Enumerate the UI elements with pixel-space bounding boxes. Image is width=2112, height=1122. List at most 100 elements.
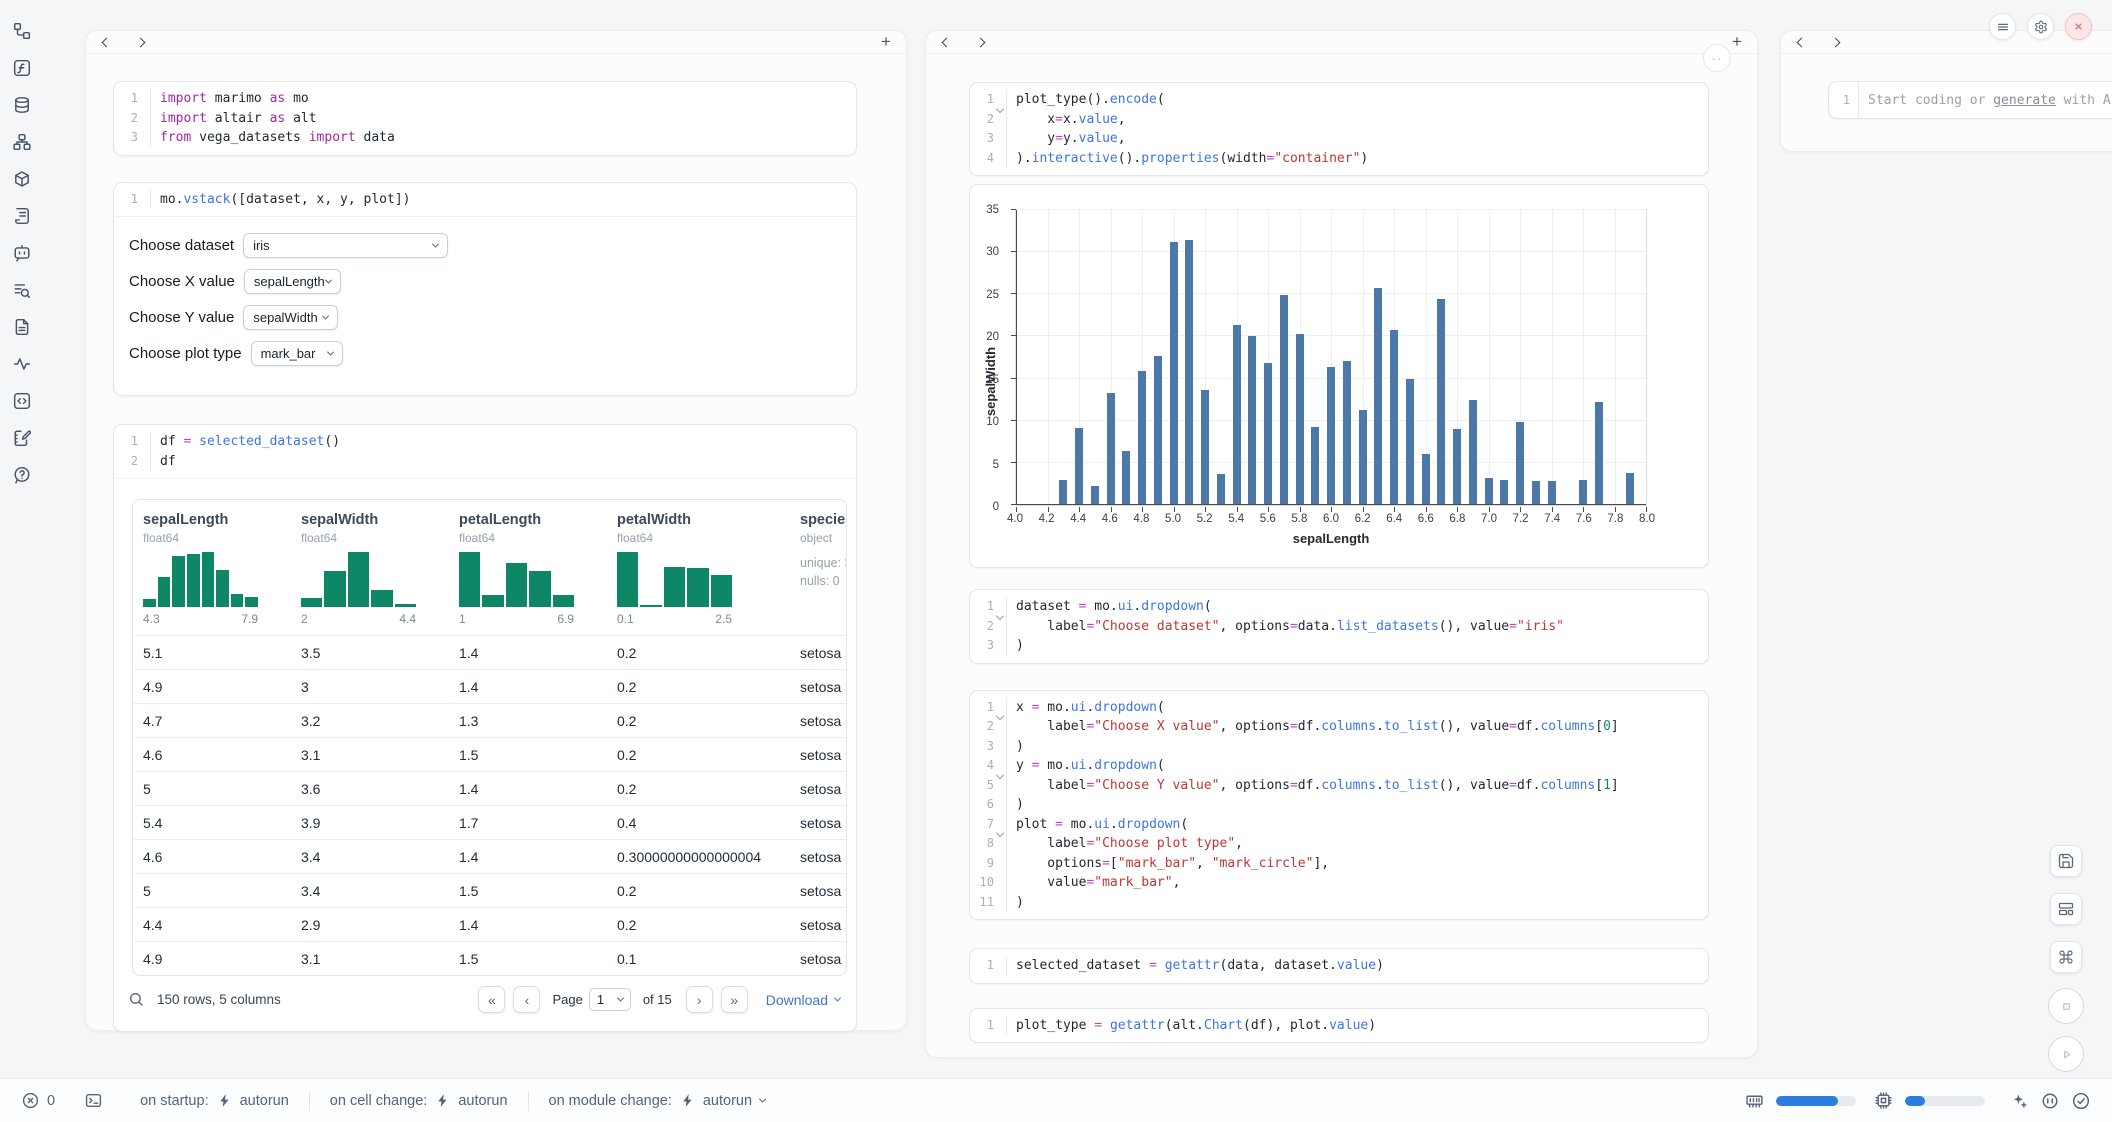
chart-bar	[1107, 393, 1115, 505]
layout-button[interactable]	[2050, 893, 2082, 925]
y-axis-line	[1016, 210, 1017, 505]
run-all-button[interactable]	[2048, 1036, 2084, 1072]
x-tick	[1489, 507, 1490, 512]
dropdown-select[interactable]: mark_bar	[251, 341, 343, 366]
chevron-down-icon	[432, 241, 439, 248]
chart-plot-area[interactable]	[1015, 209, 1647, 506]
play-icon	[2059, 1047, 2074, 1062]
next-page-button[interactable]: ›	[686, 986, 713, 1013]
tracing-icon[interactable]	[13, 355, 31, 373]
code-text: y=y.value,	[1007, 129, 1126, 149]
chart-bar	[1091, 486, 1099, 505]
dropdown-select[interactable]: iris	[243, 233, 448, 258]
code-line: 2 label="Choose X value", options=df.col…	[970, 717, 1708, 737]
page-select-value: 1	[597, 992, 604, 1007]
code-line: 1plot_type().encode(	[970, 90, 1708, 110]
line-number: 11	[970, 893, 994, 913]
datasources-icon[interactable]	[13, 96, 31, 114]
help-icon[interactable]	[13, 466, 31, 484]
empty-cell[interactable]: 1 Start coding or generate with AI	[1828, 81, 2112, 119]
code-editor-xyplot[interactable]: 1x = mo.ui.dropdown(2 label="Choose X va…	[970, 691, 1708, 920]
table-cell: 4.6	[133, 747, 291, 763]
vstack-cell: 1mo.vstack([dataset, x, y, plot]) Choose…	[113, 182, 857, 397]
autorun-setting[interactable]: on module change:autorun	[549, 1093, 766, 1109]
dropdown-select[interactable]: sepalWidth	[243, 305, 338, 330]
code-editor-imports[interactable]: 1import marimo as mo2import altair as al…	[114, 82, 856, 155]
code-line: 1df = selected_dataset()	[114, 432, 856, 452]
dropdown-select[interactable]: sepalLength	[244, 269, 341, 294]
x-tick	[1111, 507, 1112, 512]
dependency-graph-icon[interactable]	[13, 133, 31, 151]
code-editor-selected[interactable]: 1selected_dataset = getattr(data, datase…	[970, 949, 1708, 983]
autorun-label: on module change:	[549, 1093, 672, 1109]
table-cell: setosa	[790, 849, 847, 865]
line-number: 3	[970, 636, 994, 656]
column-left-button[interactable]	[938, 34, 954, 50]
first-page-button[interactable]: «	[478, 986, 505, 1013]
chat-icon[interactable]	[13, 244, 31, 262]
code-icon[interactable]	[13, 392, 31, 410]
last-page-button[interactable]: »	[721, 986, 748, 1013]
variables-icon[interactable]	[13, 59, 31, 77]
code-line: 8 label="Choose plot type",	[970, 834, 1708, 854]
connection-status-icon[interactable]	[2072, 1092, 2090, 1110]
autorun-setting[interactable]: on startup:autorun	[140, 1093, 289, 1109]
error-count-badge[interactable]: 0	[22, 1092, 55, 1109]
prev-page-button[interactable]: ‹	[513, 986, 540, 1013]
code-editor-plot[interactable]: 1plot_type().encode(2 x=x.value,3 y=y.va…	[970, 83, 1708, 175]
download-button[interactable]: Download	[766, 992, 840, 1008]
line-gutter: 2	[970, 110, 1007, 130]
code-editor-dataset[interactable]: 1dataset = mo.ui.dropdown(2 label="Choos…	[970, 590, 1708, 663]
x-tick	[1016, 507, 1017, 512]
table-column-header[interactable]: sepalLengthfloat644.37.9	[133, 500, 291, 635]
copilot-button[interactable]	[2041, 1092, 2059, 1110]
table-column-header[interactable]: sepalWidthfloat6424.4	[291, 500, 449, 635]
ai-sparkles-button[interactable]	[2010, 1092, 2028, 1110]
stop-all-button[interactable]	[2048, 988, 2084, 1024]
page-select[interactable]: 1	[589, 988, 631, 1011]
x-tick	[1079, 507, 1080, 512]
column-right-button[interactable]	[132, 34, 148, 50]
logs-icon[interactable]	[13, 207, 31, 225]
file-explorer-icon[interactable]	[13, 22, 31, 40]
chart-bar	[1217, 474, 1225, 505]
column-left-button[interactable]	[1793, 34, 1809, 50]
find-replace-icon[interactable]	[13, 281, 31, 299]
column-right-button[interactable]	[972, 34, 988, 50]
column-right-button[interactable]	[1827, 34, 1843, 50]
save-button[interactable]	[2050, 845, 2082, 877]
menu-button[interactable]	[1989, 13, 2016, 40]
column-left-button[interactable]	[98, 34, 114, 50]
gridline-v	[1048, 210, 1049, 505]
table-cell: 1.5	[449, 951, 607, 967]
scratchpad-icon[interactable]	[13, 429, 31, 447]
chart-actions-button[interactable]: ··	[1703, 44, 1731, 72]
table-column-header[interactable]: petalWidthfloat640.12.5	[607, 500, 790, 635]
chart-bar	[1327, 367, 1335, 505]
code-text: label="Choose plot type",	[1007, 834, 1243, 854]
snippets-icon[interactable]	[13, 318, 31, 336]
add-cell-button[interactable]: +	[878, 34, 894, 50]
chart-bar	[1500, 480, 1508, 505]
table-cell: 3.4	[291, 849, 449, 865]
terminal-button[interactable]	[85, 1092, 102, 1109]
code-editor-vstack[interactable]: 1mo.vstack([dataset, x, y, plot])	[114, 183, 856, 217]
left-sidebar	[0, 0, 44, 1078]
table-cell: 1.3	[449, 713, 607, 729]
autorun-setting[interactable]: on cell change:autorun	[330, 1093, 508, 1109]
generate-link[interactable]: generate	[1993, 93, 2056, 108]
chart-bar	[1579, 480, 1587, 505]
code-editor-plottype[interactable]: 1plot_type = getattr(alt.Chart(df), plot…	[970, 1009, 1708, 1043]
code-editor-df[interactable]: 1df = selected_dataset()2df	[114, 425, 856, 478]
settings-button[interactable]	[2027, 13, 2054, 40]
add-cell-button[interactable]: +	[1729, 34, 1745, 50]
search-icon[interactable]	[128, 991, 145, 1008]
keyboard-shortcuts-button[interactable]	[2050, 941, 2082, 973]
packages-icon[interactable]	[13, 170, 31, 188]
y-tick-label: 5	[993, 459, 999, 471]
range-max: 4.4	[399, 612, 416, 626]
table-column-header[interactable]: petalLengthfloat6416.9	[449, 500, 607, 635]
code-text: )	[1007, 636, 1024, 656]
table-column-header[interactable]: speciesobjectunique: 3nulls: 0	[790, 500, 847, 635]
shutdown-button[interactable]	[2065, 13, 2092, 40]
